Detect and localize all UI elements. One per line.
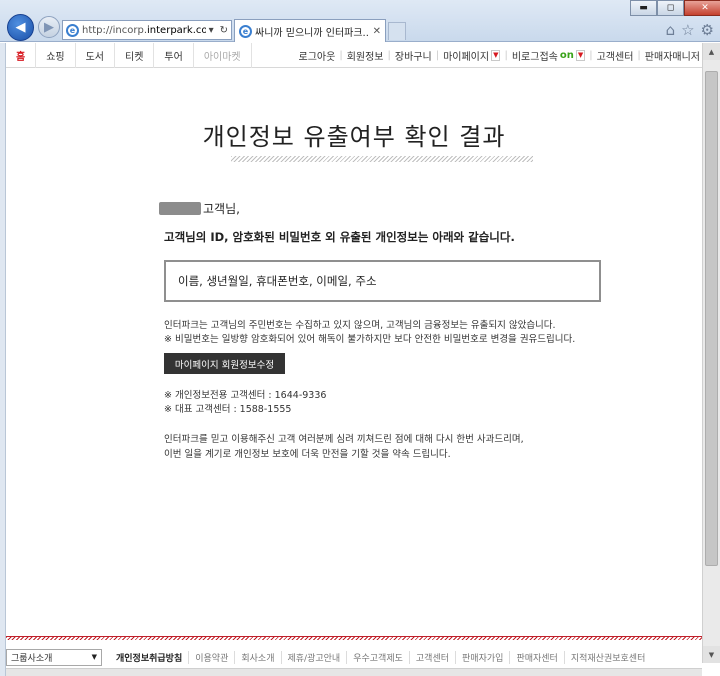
scroll-down-icon[interactable]: ▼ xyxy=(703,646,720,663)
footer-link-customer-center[interactable]: 고객센터 xyxy=(410,650,457,664)
privacy-center-contact: ※ 개인정보전용 고객센터 : 1644-9336 xyxy=(164,390,327,401)
tab-ticket[interactable]: 티켓 xyxy=(115,42,155,68)
service-tabs: 홈 쇼핑 도서 티켓 투어 아이마켓 xyxy=(6,42,252,68)
scroll-thumb[interactable] xyxy=(705,71,718,566)
footer-link-ip-protection[interactable]: 지적재산권보호센터 xyxy=(565,651,652,664)
notice-line: 인터파크는 고객님의 주민번호는 수집하고 있지 않으며, 고객님의 금융정보는… xyxy=(164,320,556,331)
divider: | xyxy=(637,49,641,61)
gear-icon[interactable]: ⚙ xyxy=(701,21,714,39)
arrow-right-icon: ▶ xyxy=(44,19,54,35)
greeting-text: 고객님, xyxy=(203,202,240,216)
chevron-down-icon[interactable]: ▼ xyxy=(575,49,586,61)
address-bar[interactable]: e http://incorp.interpark.com/n ▾ ↻ xyxy=(62,20,232,40)
mypage-edit-button[interactable]: 마이페이지 회원정보수정 xyxy=(164,353,285,374)
apology-line: 인터파크를 믿고 이용해주신 고객 여러분께 심려 끼쳐드린 점에 대해 다시 … xyxy=(164,434,524,445)
masked-customer-name xyxy=(159,202,201,215)
tab-imarket[interactable]: 아이마켓 xyxy=(194,42,252,68)
divider: | xyxy=(504,49,508,61)
notice-text: 인터파크는 고객님의 주민번호는 수집하고 있지 않으며, 고객님의 금융정보는… xyxy=(164,319,575,347)
logout-link[interactable]: 로그아웃 xyxy=(299,48,336,63)
notice-line: ※ 비밀번호는 일방향 암호화되어 있어 해독이 불가하지만 보다 안전한 비밀… xyxy=(164,334,576,345)
restore-button[interactable]: ◻ xyxy=(657,0,684,16)
mypage-link[interactable]: 마이페이지 xyxy=(443,48,489,63)
forward-button[interactable]: ▶ xyxy=(38,16,60,38)
leaked-info-text: 이름, 생년월일, 휴대폰번호, 이메일, 주소 xyxy=(178,274,377,288)
divider: | xyxy=(339,49,343,61)
footer-link-company[interactable]: 회사소개 xyxy=(235,650,282,664)
browser-chrome: ▬ ◻ ✕ ◀ ▶ e http://incorp.interpark.com/… xyxy=(0,0,720,42)
contact-info: ※ 개인정보전용 고객센터 : 1644-9336 ※ 대표 고객센터 : 15… xyxy=(164,389,326,417)
leaked-info-box: 이름, 생년월일, 휴대폰번호, 이메일, 주소 xyxy=(164,260,601,302)
tab-close-icon[interactable]: ✕ xyxy=(369,26,385,37)
star-icon[interactable]: ☆ xyxy=(681,21,694,39)
close-window-button[interactable]: ✕ xyxy=(684,0,720,16)
utility-links: 로그아웃 | 회원정보 | 장바구니 | 마이페이지 ▼ | 비로그접속 on … xyxy=(299,48,702,63)
tab-favicon-icon: e xyxy=(239,24,252,38)
site-top-bar: 홈 쇼핑 도서 티켓 투어 아이마켓 로그아웃 | 회원정보 | 장바구니 | … xyxy=(6,42,702,68)
divider: | xyxy=(589,49,593,61)
horizontal-scrollbar[interactable] xyxy=(6,668,702,676)
title-underline xyxy=(231,156,533,162)
footer-link-seller-center[interactable]: 판매자센터 xyxy=(510,650,565,664)
intro-text: 고객님의 ID, 암호화된 비밀번호 외 유출된 개인정보는 아래와 같습니다. xyxy=(164,230,515,244)
new-tab-button[interactable] xyxy=(388,22,406,40)
footer-link-terms[interactable]: 이용약관 xyxy=(189,650,236,664)
browser-toolbar-icons: ⌂ ☆ ⚙ xyxy=(666,21,714,39)
family-site-select[interactable]: 그룹사소개 ▼ xyxy=(6,648,102,666)
chevron-down-icon: ▼ xyxy=(91,653,97,661)
home-icon[interactable]: ⌂ xyxy=(666,21,676,39)
search-dropdown-icon[interactable]: ▾ xyxy=(206,25,217,36)
minimize-button[interactable]: ▬ xyxy=(630,0,657,16)
member-info-link[interactable]: 회원정보 xyxy=(347,48,384,63)
tab-shopping[interactable]: 쇼핑 xyxy=(36,42,76,68)
tab-tour[interactable]: 투어 xyxy=(154,42,194,68)
window-controls: ▬ ◻ ✕ xyxy=(630,0,720,16)
main-content: 개인정보 유출여부 확인 결과 고객님, 고객님의 ID, 암호화된 비밀번호 … xyxy=(6,69,702,634)
footer-link-seller-join[interactable]: 판매자가입 xyxy=(456,650,511,664)
footer-link-privacy-policy[interactable]: 개인정보취급방침 xyxy=(110,650,190,664)
footer-link-partnership[interactable]: 제휴/광고안내 xyxy=(282,650,348,664)
main-center-contact: ※ 대표 고객센터 : 1588-1555 xyxy=(164,404,292,415)
apology-line: 이번 일을 계기로 개인정보 보호에 더욱 만전을 기할 것을 약속 드립니다. xyxy=(164,449,451,460)
vertical-scrollbar[interactable]: ▲ ▼ xyxy=(702,43,720,663)
chevron-down-icon[interactable]: ▼ xyxy=(491,49,501,61)
divider: | xyxy=(435,49,440,61)
scroll-up-icon[interactable]: ▲ xyxy=(703,43,720,60)
address-domain: interpark.com xyxy=(147,24,206,36)
cart-link[interactable]: 장바구니 xyxy=(395,48,432,63)
tab-books[interactable]: 도서 xyxy=(76,42,116,68)
page-title: 개인정보 유출여부 확인 결과 xyxy=(202,123,506,151)
address-prefix: http://incorp. xyxy=(82,24,148,36)
browser-tab[interactable]: e 싸니까 믿으니까 인터파크... ✕ xyxy=(234,19,386,42)
tab-home[interactable]: 홈 xyxy=(6,42,37,68)
footer: 그룹사소개 ▼ 개인정보취급방침 이용약관 회사소개 제휴/광고안내 우수고객제… xyxy=(6,646,702,668)
customer-center-link[interactable]: 고객센터 xyxy=(597,48,634,63)
arrow-left-icon: ◀ xyxy=(15,20,26,35)
seller-manager-link[interactable]: 판매자매니저 xyxy=(645,48,700,63)
tab-title: 싸니까 믿으니까 인터파크... xyxy=(255,27,369,39)
footer-divider xyxy=(6,636,702,640)
secure-login-status[interactable]: on xyxy=(560,50,574,61)
footer-link-vip[interactable]: 우수고객제도 xyxy=(347,650,410,664)
secure-login-label[interactable]: 비로그접속 xyxy=(512,48,558,63)
refresh-icon[interactable]: ↻ xyxy=(217,25,231,36)
greeting: 고객님, xyxy=(159,200,240,217)
apology-text: 인터파크를 믿고 이용해주신 고객 여러분께 심려 끼쳐드린 점에 대해 다시 … xyxy=(164,432,524,462)
address-text[interactable]: http://incorp.interpark.com/n xyxy=(82,25,206,36)
family-site-label: 그룹사소개 xyxy=(11,653,53,664)
ie-icon: e xyxy=(66,23,79,37)
back-button[interactable]: ◀ xyxy=(7,14,34,41)
divider: | xyxy=(387,49,391,61)
